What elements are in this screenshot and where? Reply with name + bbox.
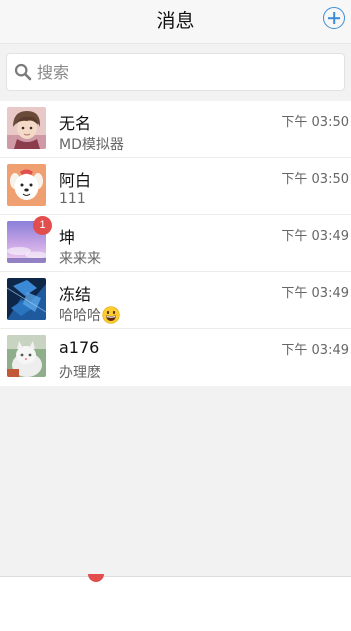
grinning-face-emoji-icon [102, 305, 120, 324]
conversation-row[interactable]: 无名 MD模拟器 下午 03:50 [0, 101, 351, 158]
message-preview: 111 [59, 191, 86, 207]
contact-name: 冻结 [59, 285, 92, 304]
message-time: 下午 03:49 [281, 229, 349, 244]
message-preview: 来来来 [59, 251, 101, 267]
conversation-list: 无名 MD模拟器 下午 03:50 阿白 111 下午 03:50 1 坤 来来… [0, 101, 351, 386]
unread-badge: 1 [33, 216, 52, 235]
message-time: 下午 03:49 [281, 343, 349, 358]
contact-name: 坤 [59, 228, 76, 247]
search-icon [14, 63, 32, 81]
add-icon[interactable] [323, 7, 345, 29]
blue-tech-avatar[interactable] [7, 278, 46, 320]
tab-notification-dot [88, 574, 104, 582]
conversation-row[interactable]: 1 坤 来来来 下午 03:49 [0, 215, 351, 272]
contact-name: a176 [59, 338, 100, 357]
bottom-tab-bar [0, 574, 351, 631]
message-preview-text: 哈哈哈 [59, 308, 101, 324]
search-input[interactable] [37, 61, 327, 83]
message-time: 下午 03:49 [281, 286, 349, 301]
conversation-row[interactable]: a176 办理麽 下午 03:49 [0, 329, 351, 386]
message-preview: 办理麽 [59, 365, 101, 381]
conversation-row[interactable]: 冻结 哈哈哈 下午 03:49 [0, 272, 351, 329]
white-dog-avatar[interactable] [7, 164, 46, 206]
contact-name: 阿白 [59, 171, 92, 190]
message-preview: 哈哈哈 [59, 305, 120, 325]
message-time: 下午 03:50 [281, 172, 349, 187]
message-time: 下午 03:50 [281, 115, 349, 130]
conversation-row[interactable]: 阿白 111 下午 03:50 [0, 158, 351, 215]
top-bar: 消息 [0, 0, 351, 44]
search-area [0, 44, 351, 100]
search-box[interactable] [6, 53, 345, 91]
cat-photo-avatar[interactable] [7, 335, 46, 377]
contact-name: 无名 [59, 114, 92, 133]
page-title: 消息 [156, 10, 195, 32]
message-preview: MD模拟器 [59, 137, 124, 153]
anime-boy-avatar[interactable] [7, 107, 46, 149]
